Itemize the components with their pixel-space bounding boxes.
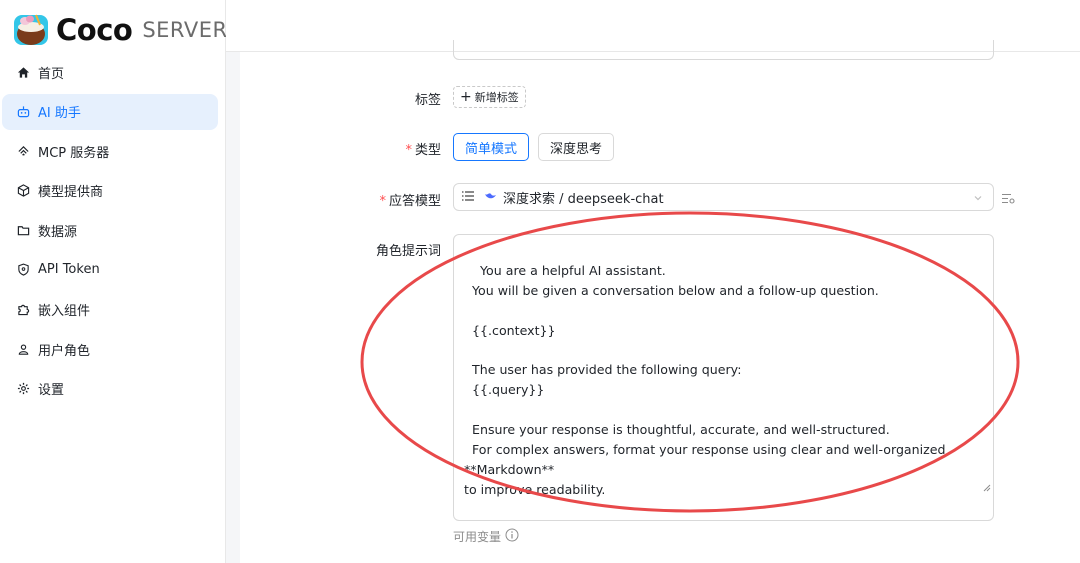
tags-label: 标签 <box>414 93 441 108</box>
sidebar-nav: 首页 AI 助手 MCP 服务器 模型提供商 数据源 API Token 嵌入组… <box>0 54 226 410</box>
previous-field-input[interactable] <box>453 40 994 60</box>
sidebar-item-datasource[interactable]: 数据源 <box>2 212 218 248</box>
required-mark: * <box>405 143 412 158</box>
sidebar-item-embed-widget[interactable]: 嵌入组件 <box>2 292 218 328</box>
info-icon[interactable] <box>505 528 519 545</box>
sidebar-item-label: API Token <box>38 262 100 278</box>
sidebar-item-label: 嵌入组件 <box>38 304 91 320</box>
prompt-label: 角色提示词 <box>375 244 441 259</box>
robot-icon <box>16 105 30 119</box>
sidebar-item-user-roles[interactable]: 用户角色 <box>2 331 218 367</box>
sidebar-item-ai-assistant[interactable]: AI 助手 <box>2 93 218 130</box>
brand-name: Coco <box>56 13 133 47</box>
logo[interactable]: Coco SERVER <box>14 10 228 50</box>
list-icon <box>462 190 474 204</box>
chevron-down-icon <box>973 192 983 207</box>
plus-icon: + <box>460 89 472 105</box>
shield-icon <box>16 263 30 277</box>
sidebar-item-mcp-server[interactable]: MCP 服务器 <box>2 133 218 169</box>
user-icon <box>16 342 30 356</box>
type-option-simple[interactable]: 简单模式 <box>453 133 530 161</box>
add-tag-button[interactable]: + 新增标签 <box>453 86 526 108</box>
type-label: * 类型 <box>405 143 441 158</box>
main-content: 标签 + 新增标签 * 类型 简单模式 深度思考 * 应答模型 深度求索 / dee… <box>240 40 1080 563</box>
prompt-textarea[interactable]: You are a helpful AI assistant. You will… <box>453 234 994 521</box>
content-gutter <box>226 52 240 563</box>
prompt-text: You are a helpful AI assistant. You will… <box>464 262 946 497</box>
model-provider-icon <box>16 184 30 198</box>
model-select-value: 深度求索 / deepseek-chat <box>503 191 664 207</box>
sidebar-item-settings[interactable]: 设置 <box>2 371 218 407</box>
sidebar-item-label: 首页 <box>38 66 65 82</box>
resize-handle-icon[interactable] <box>959 458 991 518</box>
puzzle-icon <box>16 303 30 317</box>
model-settings-icon[interactable] <box>1002 190 1015 209</box>
sidebar-item-label: MCP 服务器 <box>38 145 110 161</box>
sidebar-item-label: 模型提供商 <box>38 185 104 201</box>
type-option-deep-thinking[interactable]: 深度思考 <box>538 133 615 161</box>
model-select[interactable]: 深度求索 / deepseek-chat <box>453 183 994 211</box>
home-icon <box>16 65 30 79</box>
gear-icon <box>16 382 30 396</box>
add-tag-label: 新增标签 <box>474 91 519 104</box>
sidebar-item-label: AI 助手 <box>38 106 81 122</box>
sidebar-item-label: 数据源 <box>38 224 78 240</box>
required-mark: * <box>379 194 386 209</box>
folder-icon <box>16 223 30 237</box>
sidebar-item-label: 用户角色 <box>38 343 91 359</box>
available-variables-hint: 可用变量 <box>453 528 519 545</box>
mcp-icon <box>16 144 30 158</box>
sidebar-item-model-provider[interactable]: 模型提供商 <box>2 173 218 209</box>
sidebar-item-api-token[interactable]: API Token <box>2 252 218 288</box>
brand-suffix: SERVER <box>142 18 228 42</box>
sidebar-item-label: 设置 <box>38 383 65 399</box>
deepseek-whale-icon <box>484 190 497 205</box>
coconut-logo-icon <box>14 13 48 47</box>
sidebar-item-home[interactable]: 首页 <box>2 54 218 90</box>
sidebar: Coco SERVER 首页 AI 助手 MCP 服务器 模型提供商 数据源 A… <box>0 0 228 563</box>
model-label: * 应答模型 <box>379 194 441 209</box>
